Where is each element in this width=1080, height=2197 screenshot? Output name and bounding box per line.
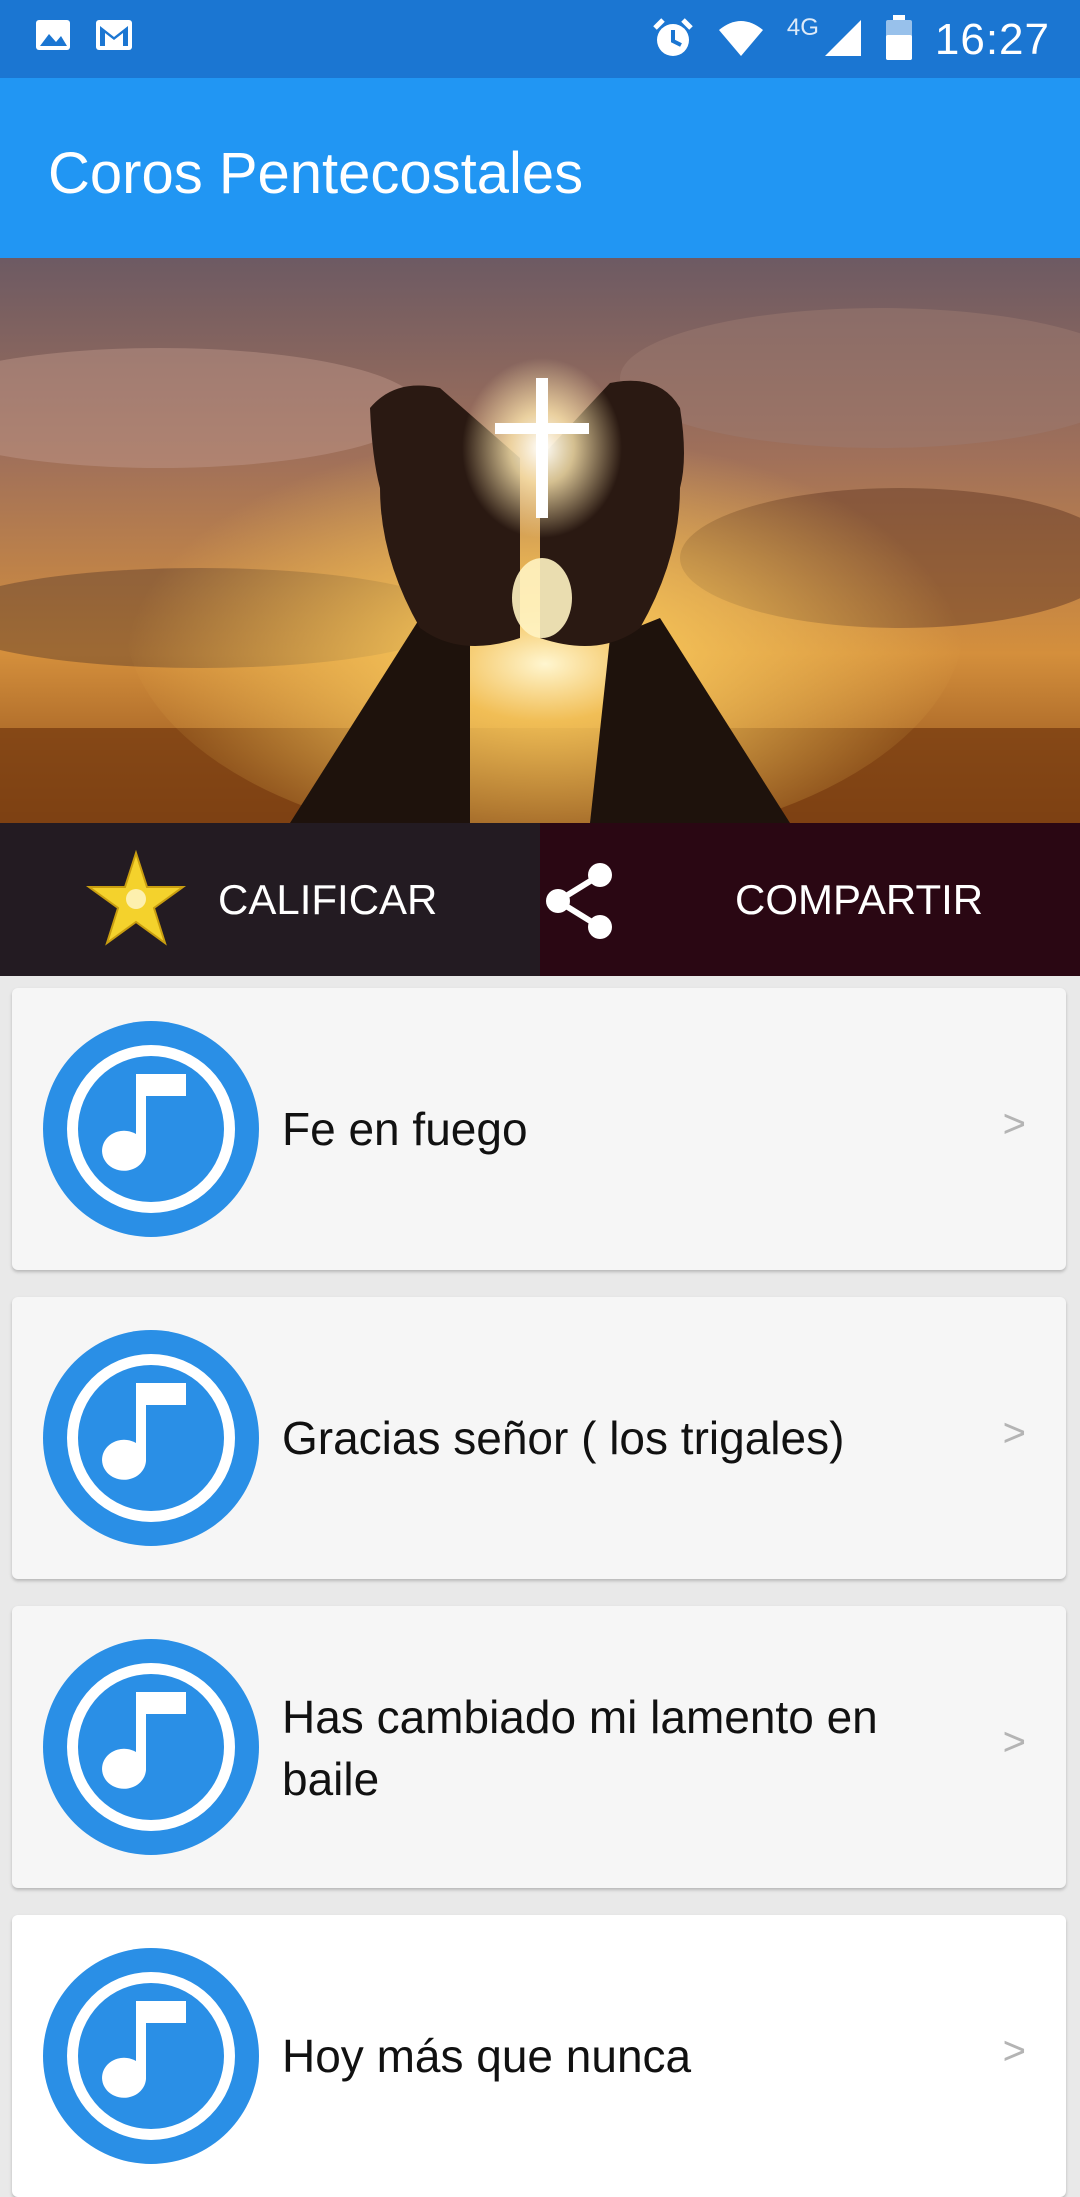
list-item[interactable]: Hoy más que nunca > bbox=[12, 1915, 1066, 2197]
rate-label: CALIFICAR bbox=[218, 876, 438, 923]
share-label: COMPARTIR bbox=[735, 876, 984, 923]
alarm-icon bbox=[651, 16, 695, 65]
song-title: Hoy más que nunca bbox=[282, 2030, 692, 2082]
image-icon bbox=[34, 18, 72, 57]
chevron-right-icon: > bbox=[1002, 1411, 1026, 1455]
battery-icon bbox=[885, 14, 913, 66]
wifi-icon bbox=[717, 18, 765, 63]
music-note-icon bbox=[36, 1323, 266, 1553]
app-bar: Coros Pentecostales bbox=[0, 78, 1080, 258]
star-icon bbox=[85, 849, 187, 954]
share-icon bbox=[540, 861, 620, 946]
clock: 16:27 bbox=[934, 15, 1050, 64]
list-item[interactable]: Fe en fuego > bbox=[12, 988, 1066, 1270]
chevron-right-icon: > bbox=[1002, 2029, 1026, 2073]
share-button[interactable]: COMPARTIR bbox=[540, 823, 1080, 976]
list-item[interactable]: Gracias señor ( los trigales) > bbox=[12, 1297, 1066, 1579]
song-title: Fe en fuego bbox=[282, 1103, 528, 1155]
song-title: Gracias señor ( los trigales) bbox=[282, 1412, 845, 1464]
gmail-icon bbox=[94, 18, 134, 57]
chevron-right-icon: > bbox=[1002, 1102, 1026, 1146]
network-type-label: 4G bbox=[786, 14, 819, 41]
chevron-right-icon: > bbox=[1002, 1720, 1026, 1764]
rate-button[interactable]: CALIFICAR bbox=[0, 823, 540, 976]
list-item[interactable]: Has cambiado mi lamento en baile > bbox=[12, 1606, 1066, 1888]
signal-icon bbox=[823, 18, 863, 63]
action-bar: CALIFICAR COMPARTIR bbox=[0, 823, 1080, 976]
app-title: Coros Pentecostales bbox=[48, 141, 584, 206]
praying-hands-cross-image bbox=[0, 258, 1080, 823]
music-note-icon bbox=[36, 1941, 266, 2171]
music-note-icon bbox=[36, 1014, 266, 1244]
music-note-icon bbox=[36, 1632, 266, 1862]
status-bar: 4G 16:27 bbox=[0, 0, 1080, 78]
song-title: Has cambiado mi lamento en baile bbox=[282, 1691, 878, 1805]
